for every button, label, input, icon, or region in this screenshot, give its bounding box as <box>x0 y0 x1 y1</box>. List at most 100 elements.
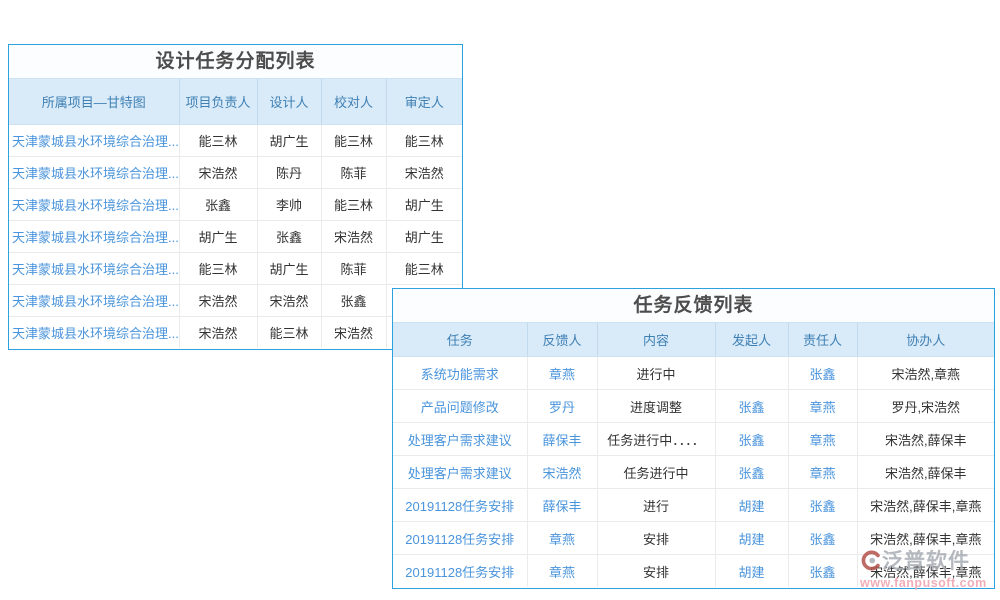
column-header-task: 任务 <box>393 323 527 357</box>
table-row: 处理客户需求建议宋浩然任务进行中张鑫章燕宋浩然,薛保丰 <box>393 456 994 489</box>
cell-text <box>715 357 788 390</box>
cell-text: 宋浩然 <box>321 221 386 253</box>
cell-text: 胡广生 <box>386 221 462 253</box>
table-row: 系统功能需求章燕进行中张鑫宋浩然,章燕 <box>393 357 994 390</box>
cell-link[interactable]: 产品问题修改 <box>393 390 527 423</box>
cell-link[interactable]: 20191128任务安排 <box>393 555 527 588</box>
cell-text: 能三林 <box>321 189 386 221</box>
cell-text: 能三林 <box>179 253 257 285</box>
cell-link[interactable]: 20191128任务安排 <box>393 489 527 522</box>
cell-link[interactable]: 张鑫 <box>788 489 857 522</box>
cell-text: 宋浩然 <box>386 157 462 189</box>
cell-text: 能三林 <box>321 125 386 157</box>
cell-text: 胡广生 <box>257 253 321 285</box>
cell-link[interactable]: 天津蒙城县水环境综合治理... <box>9 317 179 349</box>
cell-text: 宋浩然,薛保丰,章燕 <box>857 555 994 588</box>
cell-text: 任务进行中．．．． <box>597 423 715 456</box>
cell-text: 张鑫 <box>321 285 386 317</box>
cell-text: 胡广生 <box>386 189 462 221</box>
cell-link[interactable]: 天津蒙城县水环境综合治理... <box>9 253 179 285</box>
column-header-assistant: 协办人 <box>857 323 994 357</box>
cell-text: 宋浩然,章燕 <box>857 357 994 390</box>
cell-text: 能三林 <box>386 253 462 285</box>
cell-text: 陈菲 <box>321 253 386 285</box>
design-table-header-row: 所属项目—甘特图 项目负责人 设计人 校对人 审定人 <box>9 79 462 125</box>
cell-text: 宋浩然,薛保丰,章燕 <box>857 522 994 555</box>
cell-text: 能三林 <box>179 125 257 157</box>
column-header-approver: 审定人 <box>386 79 462 125</box>
cell-text: 罗丹,宋浩然 <box>857 390 994 423</box>
cell-link[interactable]: 章燕 <box>527 522 597 555</box>
cell-text: 安排 <box>597 522 715 555</box>
cell-text: 进度调整 <box>597 390 715 423</box>
cell-link[interactable]: 章燕 <box>788 423 857 456</box>
column-header-feedback-person: 反馈人 <box>527 323 597 357</box>
cell-link[interactable]: 张鑫 <box>715 456 788 489</box>
cell-text: 胡广生 <box>257 125 321 157</box>
cell-text: 宋浩然 <box>257 285 321 317</box>
cell-text: 宋浩然 <box>321 317 386 349</box>
cell-text: 胡广生 <box>179 221 257 253</box>
cell-link[interactable]: 天津蒙城县水环境综合治理... <box>9 157 179 189</box>
cell-link[interactable]: 罗丹 <box>527 390 597 423</box>
cell-text: 能三林 <box>257 317 321 349</box>
cell-text: 任务进行中 <box>597 456 715 489</box>
cell-link[interactable]: 胡建 <box>715 489 788 522</box>
cell-text: 陈丹 <box>257 157 321 189</box>
cell-text: 安排 <box>597 555 715 588</box>
cell-text: 张鑫 <box>179 189 257 221</box>
column-header-project: 所属项目—甘特图 <box>9 79 179 125</box>
cell-text: 能三林 <box>386 125 462 157</box>
table-row: 天津蒙城县水环境综合治理...宋浩然陈丹陈菲宋浩然 <box>9 157 462 189</box>
cell-link[interactable]: 薛保丰 <box>527 489 597 522</box>
cell-link[interactable]: 天津蒙城县水环境综合治理... <box>9 285 179 317</box>
cell-text: 张鑫 <box>257 221 321 253</box>
cell-link[interactable]: 20191128任务安排 <box>393 522 527 555</box>
cell-link[interactable]: 章燕 <box>527 357 597 390</box>
table-row: 天津蒙城县水环境综合治理...张鑫李帅能三林胡广生 <box>9 189 462 221</box>
column-header-project-leader: 项目负责人 <box>179 79 257 125</box>
cell-link[interactable]: 章燕 <box>788 390 857 423</box>
cell-link[interactable]: 处理客户需求建议 <box>393 423 527 456</box>
table-row: 20191128任务安排章燕安排胡建张鑫宋浩然,薛保丰,章燕 <box>393 522 994 555</box>
table-row: 20191128任务安排章燕安排胡建张鑫宋浩然,薛保丰,章燕 <box>393 555 994 588</box>
cell-text: 宋浩然,薛保丰 <box>857 423 994 456</box>
cell-link[interactable]: 天津蒙城县水环境综合治理... <box>9 189 179 221</box>
design-table-title: 设计任务分配列表 <box>9 45 462 79</box>
cell-text: 宋浩然 <box>179 157 257 189</box>
cell-link[interactable]: 天津蒙城县水环境综合治理... <box>9 125 179 157</box>
cell-link[interactable]: 处理客户需求建议 <box>393 456 527 489</box>
table-row: 天津蒙城县水环境综合治理...能三林胡广生陈菲能三林 <box>9 253 462 285</box>
cell-text: 进行 <box>597 489 715 522</box>
cell-text: 陈菲 <box>321 157 386 189</box>
column-header-responsible: 责任人 <box>788 323 857 357</box>
cell-link[interactable]: 张鑫 <box>788 357 857 390</box>
cell-link[interactable]: 胡建 <box>715 522 788 555</box>
cell-link[interactable]: 张鑫 <box>715 423 788 456</box>
table-row: 产品问题修改罗丹进度调整张鑫章燕罗丹,宋浩然 <box>393 390 994 423</box>
cell-text: 李帅 <box>257 189 321 221</box>
cell-link[interactable]: 张鑫 <box>715 390 788 423</box>
table-row: 20191128任务安排薛保丰进行胡建张鑫宋浩然,薛保丰,章燕 <box>393 489 994 522</box>
cell-link[interactable]: 张鑫 <box>788 522 857 555</box>
cell-text: 宋浩然 <box>179 285 257 317</box>
cell-link[interactable]: 章燕 <box>527 555 597 588</box>
table-row: 处理客户需求建议薛保丰任务进行中．．．．张鑫章燕宋浩然,薛保丰 <box>393 423 994 456</box>
cell-text: 宋浩然,薛保丰 <box>857 456 994 489</box>
table-row: 天津蒙城县水环境综合治理...胡广生张鑫宋浩然胡广生 <box>9 221 462 253</box>
table-row: 天津蒙城县水环境综合治理...能三林胡广生能三林能三林 <box>9 125 462 157</box>
cell-link[interactable]: 张鑫 <box>788 555 857 588</box>
cell-link[interactable]: 薛保丰 <box>527 423 597 456</box>
feedback-table: 任务 反馈人 内容 发起人 责任人 协办人 系统功能需求章燕进行中张鑫宋浩然,章… <box>393 323 994 587</box>
column-header-proofreader: 校对人 <box>321 79 386 125</box>
cell-link[interactable]: 天津蒙城县水环境综合治理... <box>9 221 179 253</box>
cell-link[interactable]: 胡建 <box>715 555 788 588</box>
column-header-content: 内容 <box>597 323 715 357</box>
column-header-initiator: 发起人 <box>715 323 788 357</box>
feedback-table-title: 任务反馈列表 <box>393 289 994 323</box>
cell-link[interactable]: 系统功能需求 <box>393 357 527 390</box>
cell-link[interactable]: 章燕 <box>788 456 857 489</box>
feedback-table-header-row: 任务 反馈人 内容 发起人 责任人 协办人 <box>393 323 994 357</box>
cell-link[interactable]: 宋浩然 <box>527 456 597 489</box>
cell-text: 宋浩然 <box>179 317 257 349</box>
